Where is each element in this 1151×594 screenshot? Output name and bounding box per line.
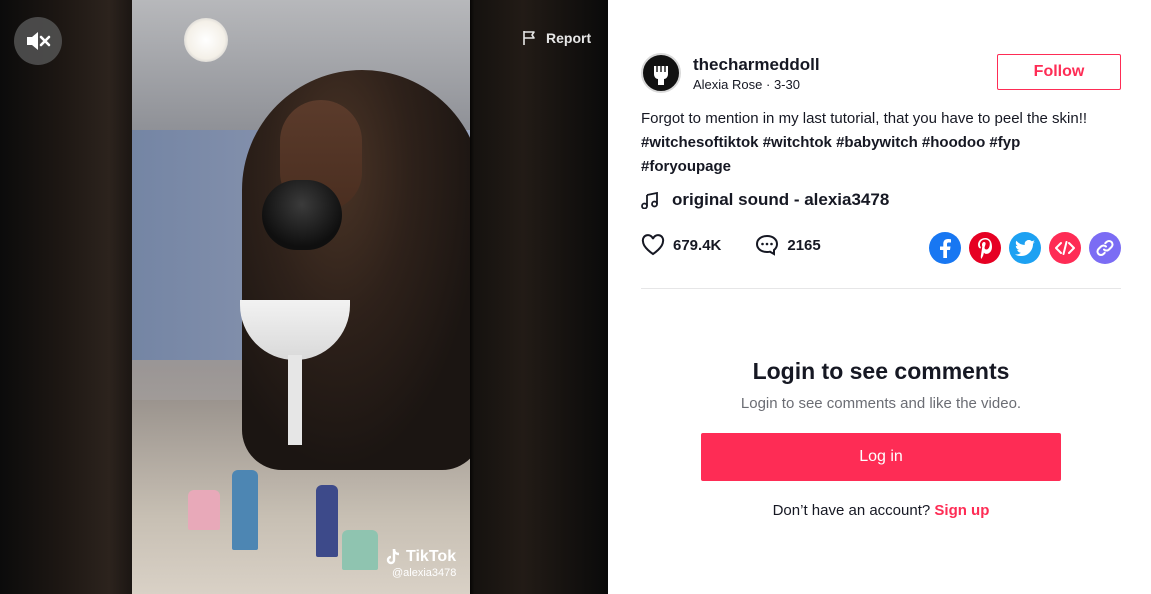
watermark-brand: TikTok bbox=[406, 548, 457, 565]
comment-count: 2165 bbox=[787, 236, 821, 254]
watermark-handle: @alexia3478 bbox=[392, 567, 457, 579]
share-embed-button[interactable] bbox=[1049, 232, 1081, 264]
hashtag-link[interactable]: #babywitch bbox=[836, 134, 918, 151]
link-icon bbox=[1096, 239, 1114, 257]
login-subtitle: Login to see comments and like the video… bbox=[740, 395, 1022, 412]
like-count: 679.4K bbox=[673, 236, 722, 254]
detail-panel: thecharmeddoll Alexia Rose · 3-30 Follow… bbox=[608, 0, 1151, 594]
follow-button[interactable]: Follow bbox=[997, 54, 1121, 90]
hashtag-link[interactable]: #witchtok bbox=[763, 134, 832, 151]
tiktok-logo-icon bbox=[386, 548, 400, 565]
raised-fist-icon bbox=[654, 66, 668, 85]
video-frame[interactable] bbox=[132, 0, 470, 594]
author-info[interactable]: thecharmeddoll Alexia Rose · 3-30 bbox=[641, 53, 820, 93]
share-facebook-button[interactable] bbox=[929, 232, 961, 264]
avatar[interactable] bbox=[641, 53, 681, 93]
author-nickname-date: Alexia Rose · 3-30 bbox=[693, 76, 800, 92]
video-player[interactable]: Report TikTok @alexia3478 bbox=[0, 0, 608, 594]
share-link-button[interactable] bbox=[1089, 232, 1121, 264]
comment-icon bbox=[756, 234, 779, 256]
login-button[interactable]: Log in bbox=[701, 433, 1061, 481]
flag-icon bbox=[523, 31, 535, 45]
pinterest-icon bbox=[978, 238, 992, 259]
music-link[interactable]: original sound - alexia3478 bbox=[641, 190, 889, 210]
signup-row: Don’t have an account? Sign up bbox=[641, 502, 1121, 519]
comment-button[interactable]: 2165 bbox=[755, 234, 821, 256]
share-twitter-button[interactable] bbox=[1009, 232, 1041, 264]
music-note-icon bbox=[641, 191, 658, 209]
hashtag-link[interactable]: #fyp bbox=[989, 134, 1020, 151]
speaker-muted-icon bbox=[27, 32, 51, 50]
embed-icon bbox=[1055, 241, 1075, 255]
report-button[interactable]: Report bbox=[522, 30, 591, 46]
comments-login-prompt: Login to see comments Login to see comme… bbox=[641, 358, 1121, 519]
description-text: Forgot to mention in my last tutorial, t… bbox=[641, 110, 1088, 127]
post-date: 3-30 bbox=[773, 76, 800, 92]
author-nickname: Alexia Rose bbox=[693, 76, 763, 92]
like-button[interactable]: 679.4K bbox=[641, 234, 721, 256]
heart-icon bbox=[641, 234, 665, 256]
hashtag-link[interactable]: #witchesoftiktok bbox=[641, 134, 759, 151]
music-title: original sound - alexia3478 bbox=[672, 190, 890, 209]
mute-button[interactable] bbox=[14, 17, 62, 65]
author-username[interactable]: thecharmeddoll bbox=[693, 55, 820, 75]
signup-link[interactable]: Sign up bbox=[934, 502, 989, 519]
divider bbox=[641, 288, 1121, 289]
hashtag-link[interactable]: #hoodoo bbox=[922, 134, 985, 151]
login-title: Login to see comments bbox=[752, 358, 1010, 384]
hashtag-link[interactable]: #foryoupage bbox=[641, 158, 731, 175]
twitter-icon bbox=[1015, 240, 1035, 256]
video-description: Forgot to mention in my last tutorial, t… bbox=[641, 107, 1121, 179]
share-buttons bbox=[929, 232, 1121, 264]
report-label: Report bbox=[546, 30, 592, 46]
signup-prompt: Don’t have an account? bbox=[772, 502, 931, 519]
engagement-stats: 679.4K 2165 bbox=[641, 234, 855, 256]
facebook-icon bbox=[940, 239, 951, 258]
share-pinterest-button[interactable] bbox=[969, 232, 1001, 264]
tiktok-watermark: TikTok @alexia3478 bbox=[386, 548, 456, 579]
